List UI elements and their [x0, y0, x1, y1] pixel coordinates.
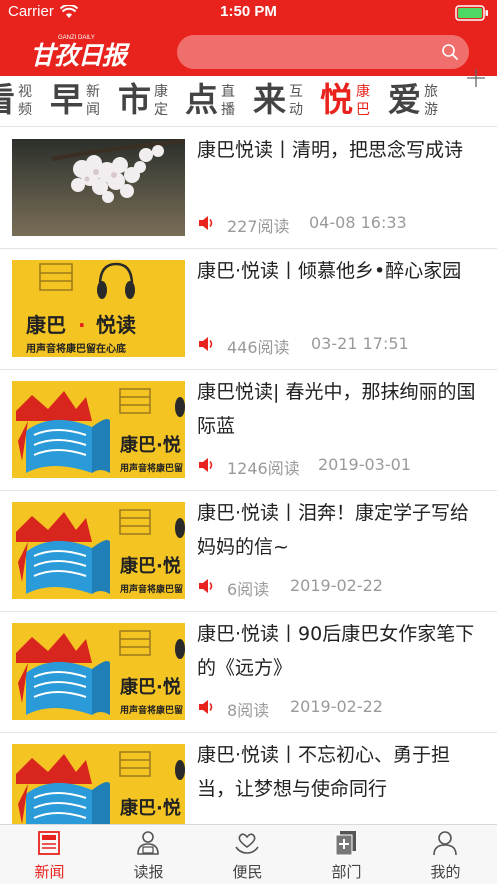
- tab-label: 部门: [331, 863, 362, 881]
- news-item[interactable]: 康巴·悦 用声音将康巴留 康巴·悦读丨90后康巴女作家笔下的《远方》 8阅读 2…: [0, 611, 497, 733]
- thumb-slogan-text: 用声音将康巴留在心底: [25, 342, 126, 355]
- news-title: 康巴·悦读丨90后康巴女作家笔下的《远方》: [197, 623, 475, 679]
- tab-bar: 新闻 读报 便民 部门 我的: [0, 824, 497, 884]
- logo-text: 甘孜日报: [30, 41, 127, 70]
- channel-label: 新闻: [86, 84, 100, 118]
- logo-subtext: GANZI DAILY: [58, 35, 95, 41]
- thumb-yuedu-text: 悦读: [96, 313, 136, 337]
- add-channel-icon[interactable]: [466, 68, 486, 88]
- channel-label: 康巴: [356, 84, 370, 118]
- news-thumbnail: 康巴·悦 用声音将康巴留: [12, 502, 185, 599]
- publish-date: 03-21 17:51: [311, 334, 409, 353]
- publish-date: 2019-02-22: [290, 576, 383, 595]
- news-thumbnail: 康巴·悦 用声音将康巴留: [12, 744, 185, 824]
- search-icon[interactable]: [441, 43, 459, 61]
- book-logo-image: 康巴·悦 用声音将康巴留: [16, 509, 185, 595]
- news-title: 康巴·悦读丨倾慕他乡•醉心家园: [197, 260, 462, 282]
- channel-big-char: 看: [0, 80, 15, 120]
- thumb-dot-text: ·: [78, 313, 86, 337]
- kangba-yuedu-banner: 康巴 · 悦读 用声音将康巴留在心底: [25, 262, 136, 355]
- tab-label: 我的: [430, 863, 461, 881]
- channel-big-char: 爱: [388, 80, 421, 119]
- thumb-kangba-text: 康巴: [26, 313, 66, 337]
- channel-label: 直播: [221, 84, 235, 118]
- tab-news[interactable]: 新闻: [0, 825, 99, 884]
- tab-service[interactable]: 便民: [198, 825, 297, 884]
- news-title: 康巴·悦读丨泪奔！康定学子写给妈妈的信~: [197, 502, 470, 558]
- department-icon: [335, 831, 356, 856]
- book-logo-image: 康巴·悦 用声音将康巴留: [16, 388, 185, 474]
- thumb-kangba-text: 康巴·悦: [120, 434, 181, 456]
- search-input[interactable]: [177, 35, 469, 69]
- channel-big-char: 早: [50, 80, 83, 119]
- news-item[interactable]: 康巴·悦 用声音将康巴留 康巴悦读| 春光中，那抹绚丽的国际蓝 1246阅读 2…: [0, 369, 497, 491]
- thumb-slogan-text: 用声音将康巴留: [119, 583, 183, 595]
- news-thumbnail: 康巴 · 悦读 用声音将康巴留在心底: [12, 260, 185, 357]
- thumb-kangba-text: 康巴·悦: [120, 676, 181, 698]
- read-count: 8阅读: [227, 701, 270, 720]
- speaker-icon[interactable]: [197, 214, 215, 232]
- channel-big-char: 来: [253, 80, 286, 119]
- tab-label: 新闻: [34, 863, 65, 881]
- publish-date: 2019-02-22: [290, 697, 383, 716]
- read-count: 227阅读: [227, 217, 290, 236]
- app-header: Carrier 1:50 PM 甘孜日报 GANZI DAILY: [0, 0, 497, 76]
- publish-date: 2019-03-01: [318, 455, 411, 474]
- channel-label: 互动: [289, 84, 303, 118]
- thumb-kangba-text: 康巴·悦: [120, 797, 181, 819]
- news-list: 康巴悦读丨清明，把思念写成诗 227阅读 04-08 16:33 康巴 · 悦读: [0, 127, 497, 824]
- channel-big-char: 点: [185, 80, 218, 119]
- channel-big-char: 悦: [320, 80, 353, 119]
- app-logo: 甘孜日报 GANZI DAILY: [30, 35, 130, 70]
- channel-bar: 看 视频 早 新闻 市 康定 点 直播 来 互动 悦 康巴 爱 旅游: [0, 76, 497, 127]
- speaker-icon[interactable]: [197, 456, 215, 474]
- read-count: 1246阅读: [227, 459, 300, 478]
- tab-label: 便民: [232, 863, 263, 881]
- news-item[interactable]: 康巴 · 悦读 用声音将康巴留在心底 康巴·悦读丨倾慕他乡•醉心家园 446阅读…: [0, 248, 497, 370]
- news-title: 康巴悦读丨清明，把思念写成诗: [197, 139, 464, 161]
- status-time: 1:50 PM: [220, 3, 277, 20]
- reader-icon: [137, 831, 159, 855]
- news-thumbnail: 康巴·悦 用声音将康巴留: [12, 381, 185, 478]
- tab-department[interactable]: 部门: [297, 825, 396, 884]
- newspaper-icon: [38, 831, 60, 855]
- news-thumbnail: [12, 139, 185, 236]
- service-icon: [235, 833, 259, 854]
- channel-label: 旅游: [424, 84, 438, 118]
- tab-reader[interactable]: 读报: [99, 825, 198, 884]
- speaker-icon[interactable]: [197, 335, 215, 353]
- news-item[interactable]: 康巴·悦 用声音将康巴留 康巴·悦读丨泪奔！康定学子写给妈妈的信~ 6阅读 20…: [0, 490, 497, 612]
- blossom-image: [51, 139, 185, 203]
- read-count: 6阅读: [227, 580, 270, 599]
- read-count: 446阅读: [227, 338, 290, 357]
- tab-label: 读报: [133, 863, 164, 881]
- tab-profile[interactable]: 我的: [396, 825, 495, 884]
- thumb-slogan-text: 用声音将康巴留: [119, 462, 183, 474]
- channel-label: 视频: [18, 84, 32, 118]
- news-title: 康巴悦读| 春光中，那抹绚丽的国际蓝: [197, 381, 476, 437]
- news-title: 康巴·悦读丨不忘初心、勇于担当，让梦想与使命同行: [197, 744, 451, 800]
- channel-big-char: 市: [118, 80, 151, 119]
- battery-icon: [455, 5, 488, 21]
- news-thumbnail: 康巴·悦 用声音将康巴留: [12, 623, 185, 720]
- news-item[interactable]: 康巴悦读丨清明，把思念写成诗 227阅读 04-08 16:33: [0, 127, 497, 249]
- thumb-kangba-text: 康巴·悦: [120, 555, 181, 577]
- thumb-slogan-text: 用声音将康巴留: [119, 704, 183, 716]
- profile-icon: [433, 831, 457, 856]
- book-logo-image: 康巴·悦 用声音将康巴留: [16, 630, 185, 716]
- news-item[interactable]: 康巴·悦 用声音将康巴留 康巴·悦读丨不忘初心、勇于担当，让梦想与使命同行: [0, 732, 497, 824]
- publish-date: 04-08 16:33: [309, 213, 407, 232]
- speaker-icon[interactable]: [197, 698, 215, 716]
- status-bar: Carrier 1:50 PM: [0, 0, 497, 26]
- channel-label: 康定: [154, 84, 168, 118]
- speaker-icon[interactable]: [197, 577, 215, 595]
- book-logo-image: 康巴·悦 用声音将康巴留: [16, 751, 185, 824]
